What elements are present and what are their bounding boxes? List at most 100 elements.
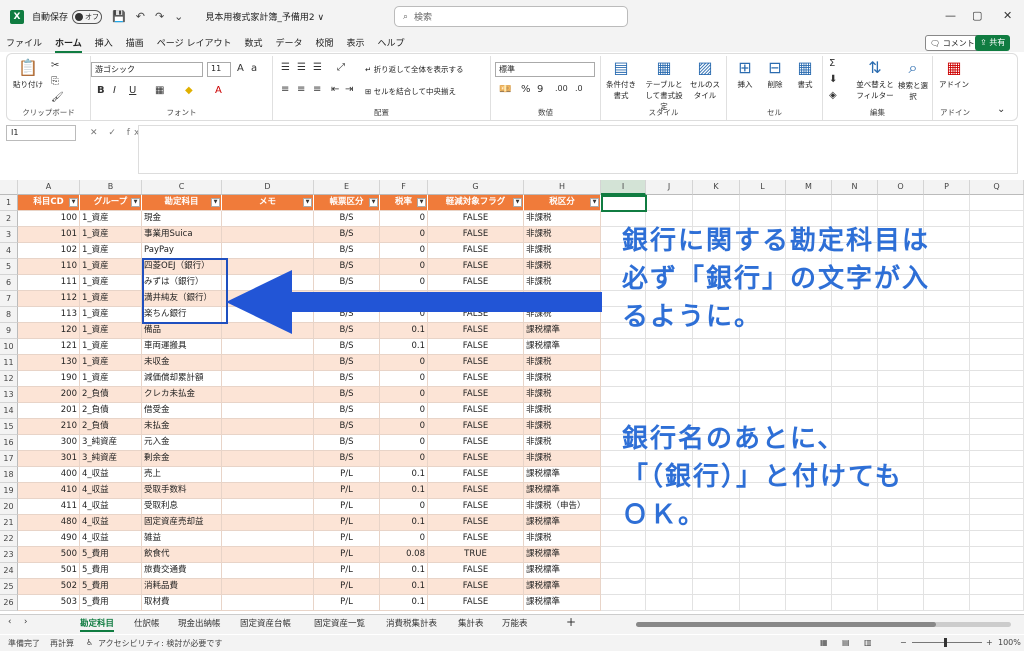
table-cell[interactable]: 0.1 — [380, 563, 428, 579]
row-header[interactable]: 8 — [0, 307, 18, 323]
undo-icon[interactable]: ↶ — [136, 10, 145, 23]
table-cell[interactable]: 113 — [18, 307, 80, 323]
row-header[interactable]: 4 — [0, 243, 18, 259]
table-cell[interactable]: 0 — [380, 403, 428, 419]
page-break-icon[interactable]: ▥ — [864, 638, 872, 647]
table-cell[interactable]: FALSE — [428, 387, 524, 403]
cell-styles-button[interactable]: ▨ セルのスタイル — [687, 58, 723, 101]
comma-icon[interactable]: 9 — [537, 84, 543, 95]
table-cell[interactable]: 課税標準 — [524, 579, 601, 595]
table-cell[interactable] — [222, 547, 314, 563]
table-cell[interactable]: 0 — [380, 371, 428, 387]
table-cell[interactable]: 1_資産 — [80, 211, 142, 227]
customize-qat-icon[interactable]: ⌄ — [174, 10, 183, 23]
table-cell[interactable]: B/S — [314, 435, 380, 451]
sheet-tab[interactable]: 勘定科目 — [80, 617, 115, 632]
table-cell[interactable]: FALSE — [428, 467, 524, 483]
row-header[interactable]: 6 — [0, 275, 18, 291]
align-middle-icon[interactable]: ☰ — [297, 62, 306, 73]
table-cell[interactable]: P/L — [314, 595, 380, 611]
table-cell[interactable] — [222, 419, 314, 435]
column-header[interactable]: L — [740, 180, 786, 195]
close-button[interactable]: ✕ — [1003, 9, 1012, 22]
row-header[interactable]: 10 — [0, 339, 18, 355]
table-cell[interactable]: 非課税（申告） — [524, 499, 601, 515]
table-cell[interactable]: P/L — [314, 563, 380, 579]
table-cell[interactable]: FALSE — [428, 355, 524, 371]
name-box[interactable]: I1 — [6, 125, 76, 141]
table-cell[interactable]: 1_資産 — [80, 307, 142, 323]
ribbon-tab[interactable]: 校閲 — [316, 36, 334, 49]
underline-button[interactable]: U — [129, 85, 136, 96]
table-cell[interactable]: P/L — [314, 547, 380, 563]
table-cell[interactable]: B/S — [314, 339, 380, 355]
number-format-select[interactable]: 標準 — [495, 62, 595, 77]
table-cell[interactable]: 112 — [18, 291, 80, 307]
table-cell[interactable] — [222, 371, 314, 387]
formula-buttons[interactable]: ✕ ✓ fx — [90, 128, 143, 138]
table-cell[interactable]: 非課税 — [524, 355, 601, 371]
table-cell[interactable]: TRUE — [428, 547, 524, 563]
table-cell[interactable]: FALSE — [428, 211, 524, 227]
table-cell[interactable]: 非課税 — [524, 403, 601, 419]
clear-icon[interactable]: ◈ — [829, 90, 837, 101]
table-cell[interactable] — [222, 227, 314, 243]
table-cell[interactable]: 490 — [18, 531, 80, 547]
table-cell[interactable]: 4_収益 — [80, 499, 142, 515]
ribbon-tab[interactable]: ファイル — [6, 36, 42, 49]
header-cell[interactable]: 帳票区分 ▼ — [314, 195, 380, 211]
table-cell[interactable]: P/L — [314, 483, 380, 499]
table-cell[interactable] — [222, 355, 314, 371]
table-cell[interactable]: 4_収益 — [80, 483, 142, 499]
add-sheet-button[interactable]: + — [566, 615, 576, 629]
row-header[interactable]: 13 — [0, 387, 18, 403]
table-cell[interactable]: 非課税 — [524, 227, 601, 243]
table-cell[interactable]: 取材費 — [142, 595, 222, 611]
table-cell[interactable] — [222, 467, 314, 483]
document-title[interactable]: 見本用複式家計簿_予備用2 ∨ — [205, 10, 324, 23]
table-cell[interactable]: 事業用Suica — [142, 227, 222, 243]
table-cell[interactable]: 2_負債 — [80, 387, 142, 403]
table-cell[interactable]: 元入金 — [142, 435, 222, 451]
table-cell[interactable]: 111 — [18, 275, 80, 291]
table-cell[interactable]: B/S — [314, 419, 380, 435]
table-cell[interactable]: 非課税 — [524, 435, 601, 451]
filter-dropdown-icon[interactable]: ▼ — [369, 198, 378, 207]
table-cell[interactable]: 課税標準 — [524, 515, 601, 531]
selected-cell[interactable] — [601, 195, 647, 212]
table-cell[interactable]: 0 — [380, 499, 428, 515]
table-cell[interactable]: FALSE — [428, 579, 524, 595]
table-cell[interactable]: P/L — [314, 499, 380, 515]
table-cell[interactable]: 課税標準 — [524, 595, 601, 611]
conditional-format-button[interactable]: ▤ 条件付き書式 — [603, 58, 639, 101]
column-header[interactable]: P — [924, 180, 970, 195]
table-cell[interactable]: B/S — [314, 403, 380, 419]
column-header[interactable]: E — [314, 180, 380, 195]
accessibility-status[interactable]: アクセシビリティ: 検討が必要です — [98, 638, 222, 649]
table-cell[interactable]: 102 — [18, 243, 80, 259]
font-size-select[interactable]: 11 — [207, 62, 231, 77]
header-cell[interactable]: 税区分 ▼ — [524, 195, 601, 211]
font-color-icon[interactable]: A — [215, 85, 222, 96]
table-cell[interactable]: 0 — [380, 387, 428, 403]
comment-button[interactable]: 🗨 コメント — [925, 35, 980, 51]
table-cell[interactable]: 0 — [380, 451, 428, 467]
zoom-in-button[interactable]: + — [986, 638, 993, 647]
table-cell[interactable] — [222, 339, 314, 355]
column-header[interactable]: Q — [970, 180, 1024, 195]
table-cell[interactable]: 売上 — [142, 467, 222, 483]
filter-dropdown-icon[interactable]: ▼ — [590, 198, 599, 207]
table-cell[interactable] — [222, 579, 314, 595]
row-header[interactable]: 25 — [0, 579, 18, 595]
table-cell[interactable]: B/S — [314, 227, 380, 243]
table-cell[interactable]: 剰余金 — [142, 451, 222, 467]
column-header[interactable]: H — [524, 180, 601, 195]
fill-color-icon[interactable]: ◆ — [185, 85, 193, 96]
table-cell[interactable]: 1_資産 — [80, 291, 142, 307]
table-cell[interactable]: FALSE — [428, 243, 524, 259]
table-cell[interactable]: 未収金 — [142, 355, 222, 371]
table-cell[interactable]: 非課税 — [524, 419, 601, 435]
table-cell[interactable]: FALSE — [428, 227, 524, 243]
filter-dropdown-icon[interactable]: ▼ — [303, 198, 312, 207]
table-cell[interactable]: 0 — [380, 419, 428, 435]
